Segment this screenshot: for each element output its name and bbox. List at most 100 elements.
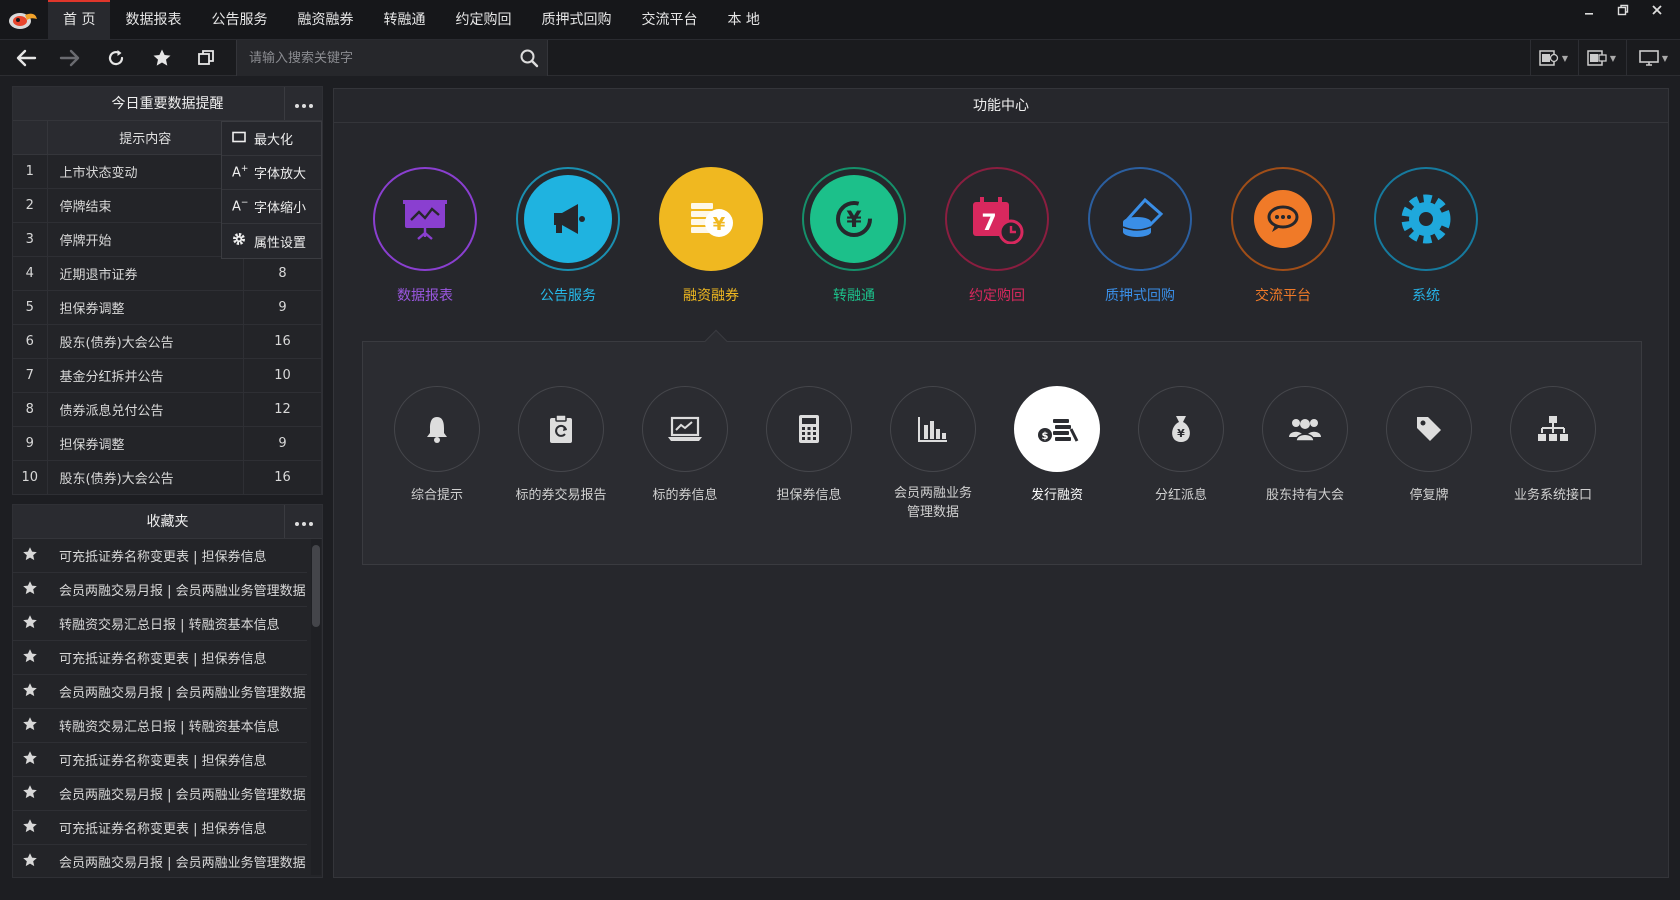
star-icon[interactable]: [13, 682, 47, 702]
svg-text:¥: ¥: [713, 214, 726, 235]
star-icon[interactable]: [13, 614, 47, 634]
sub-label: 停复牌: [1409, 488, 1449, 503]
menu-pledge-repo[interactable]: 质押式回购: [526, 0, 626, 40]
table-row[interactable]: 6 股东(债券)大会公告 16: [13, 324, 322, 359]
sub-collateral-info[interactable]: 担保券信息: [754, 386, 864, 505]
more-dots-icon: [293, 87, 314, 121]
close-icon[interactable]: [1640, 0, 1674, 20]
favorites-more-button[interactable]: [284, 505, 322, 538]
menu-maximize-label: 最大化: [254, 133, 294, 148]
menu-font-decrease[interactable]: A− 字体缩小: [222, 190, 321, 224]
table-row[interactable]: 5 担保券调整 9: [13, 290, 322, 325]
star-icon[interactable]: [13, 716, 47, 736]
table-row[interactable]: 8 债券派息兑付公告 12: [13, 392, 322, 427]
row-index: 6: [13, 324, 48, 359]
star-icon[interactable]: [13, 784, 47, 804]
category-data-report[interactable]: 数据报表: [365, 167, 485, 305]
star-icon[interactable]: [13, 546, 47, 566]
menu-exchange-platform[interactable]: 交流平台: [626, 0, 712, 40]
list-item[interactable]: 可充抵证券名称变更表 | 担保券信息: [13, 743, 307, 777]
sub-target-trading-report[interactable]: 标的券交易报告: [506, 386, 616, 505]
gear-icon: [1382, 175, 1470, 263]
bar-chart-icon: [890, 386, 976, 472]
list-item[interactable]: 可充抵证券名称变更表 | 担保券信息: [13, 539, 307, 573]
category-announcement[interactable]: 公告服务: [508, 167, 628, 305]
star-icon[interactable]: [13, 648, 47, 668]
category-label: 约定购回: [969, 288, 1025, 304]
export-word-button[interactable]: ▼: [1578, 40, 1624, 76]
coins-yen-icon: ¥: [667, 175, 755, 263]
menu-font-increase[interactable]: A+ 字体放大: [222, 156, 321, 190]
category-system[interactable]: 系统: [1366, 167, 1486, 305]
list-item[interactable]: 转融资交易汇总日报 | 转融资基本信息: [13, 709, 307, 743]
export-excel-button[interactable]: ▼: [1530, 40, 1576, 76]
sub-dividend[interactable]: ¥ 分红派息: [1126, 386, 1236, 505]
menu-data-report[interactable]: 数据报表: [110, 0, 196, 40]
back-icon[interactable]: [6, 40, 46, 76]
category-margin-trading[interactable]: ¥ 融资融券: [651, 167, 771, 305]
megaphone-icon: [524, 175, 612, 263]
menu-local[interactable]: 本 地: [712, 0, 774, 40]
minimize-icon[interactable]: [1572, 0, 1606, 20]
sub-label: 会员两融业务管理数据: [893, 486, 972, 520]
refresh-icon[interactable]: [96, 40, 136, 76]
search-icon[interactable]: [519, 48, 539, 68]
category-refinancing[interactable]: ¥ 转融通: [794, 167, 914, 305]
sub-issuance-financing[interactable]: $ 发行融资: [1002, 386, 1112, 505]
menu-home[interactable]: 首 页: [48, 0, 111, 40]
favorite-star-icon[interactable]: [142, 40, 182, 76]
category-exchange-platform[interactable]: 交流平台: [1223, 167, 1343, 305]
sub-general-alert[interactable]: 综合提示: [382, 386, 492, 505]
category-pledge-repo[interactable]: 质押式回购: [1080, 167, 1200, 305]
row-name: 股东(债券)大会公告: [47, 460, 244, 495]
forward-icon[interactable]: [50, 40, 90, 76]
star-icon[interactable]: [13, 580, 47, 600]
menu-announcement[interactable]: 公告服务: [196, 0, 282, 40]
list-item[interactable]: 会员两融交易月报 | 会员两融业务管理数据: [13, 573, 307, 607]
function-center: 功能中心 数据报表 公告服务 ¥ 融资融券 ¥ 转融通 7 约定购回 质押式回购…: [333, 88, 1669, 878]
alerts-more-button[interactable]: [284, 87, 322, 120]
list-item[interactable]: 转融资交易汇总日报 | 转融资基本信息: [13, 607, 307, 641]
table-row[interactable]: 9 担保券调整 9: [13, 426, 322, 461]
sub-label: 业务系统接口: [1513, 488, 1592, 503]
caret-down-icon: ▼: [1661, 53, 1669, 63]
display-button[interactable]: ▼: [1626, 40, 1680, 76]
sub-system-interface[interactable]: 业务系统接口: [1498, 386, 1608, 505]
row-name: 停牌开始: [47, 222, 244, 257]
list-item[interactable]: 可充抵证券名称变更表 | 担保券信息: [13, 811, 307, 845]
favorites-scrollbar[interactable]: [312, 545, 320, 627]
table-row[interactable]: 10 股东(债券)大会公告 16: [13, 460, 322, 495]
list-item[interactable]: 会员两融交易月报 | 会员两融业务管理数据: [13, 777, 307, 811]
table-row[interactable]: 7 基金分红拆并公告 10: [13, 358, 322, 393]
menu-maximize[interactable]: 最大化: [222, 122, 321, 156]
sub-target-security-info[interactable]: 标的券信息: [630, 386, 740, 505]
star-icon[interactable]: [13, 750, 47, 770]
menu-refinancing[interactable]: 转融通: [368, 0, 440, 40]
toolbar: ▼ ▼ ▼: [0, 40, 1680, 76]
calendar-clock-icon: 7: [953, 175, 1041, 263]
yen-cycle-icon: ¥: [810, 175, 898, 263]
menu-margin-trading[interactable]: 融资融券: [282, 0, 368, 40]
favorite-label: 可充抵证券名称变更表 | 担保券信息: [59, 652, 267, 667]
table-row[interactable]: 4 近期退市证券 8: [13, 256, 322, 291]
sub-suspension[interactable]: 停复牌: [1374, 386, 1484, 505]
star-icon[interactable]: [13, 818, 47, 838]
list-item[interactable]: 会员两融交易月报 | 会员两融业务管理数据: [13, 845, 307, 875]
row-name: 基金分红拆并公告: [47, 358, 244, 393]
sub-member-margin-data[interactable]: 会员两融业务管理数据: [878, 386, 988, 522]
svg-text:¥: ¥: [1177, 427, 1185, 440]
favorite-label: 会员两融交易月报 | 会员两融业务管理数据: [59, 856, 306, 871]
list-item[interactable]: 可充抵证券名称变更表 | 担保券信息: [13, 641, 307, 675]
list-item[interactable]: 会员两融交易月报 | 会员两融业务管理数据: [13, 675, 307, 709]
menu-font-decrease-label: 字体缩小: [254, 201, 307, 216]
sub-shareholder-meeting[interactable]: 股东持有大会: [1250, 386, 1360, 505]
window-copy-icon[interactable]: [186, 40, 226, 76]
monitor-icon: [1639, 50, 1659, 66]
row-count: 16: [243, 460, 322, 495]
restore-icon[interactable]: [1606, 0, 1640, 20]
search-input[interactable]: [237, 40, 509, 76]
menu-properties[interactable]: 属性设置: [222, 224, 321, 258]
star-icon[interactable]: [13, 852, 47, 872]
menu-repurchase[interactable]: 约定购回: [440, 0, 526, 40]
category-repurchase[interactable]: 7 约定购回: [937, 167, 1057, 305]
